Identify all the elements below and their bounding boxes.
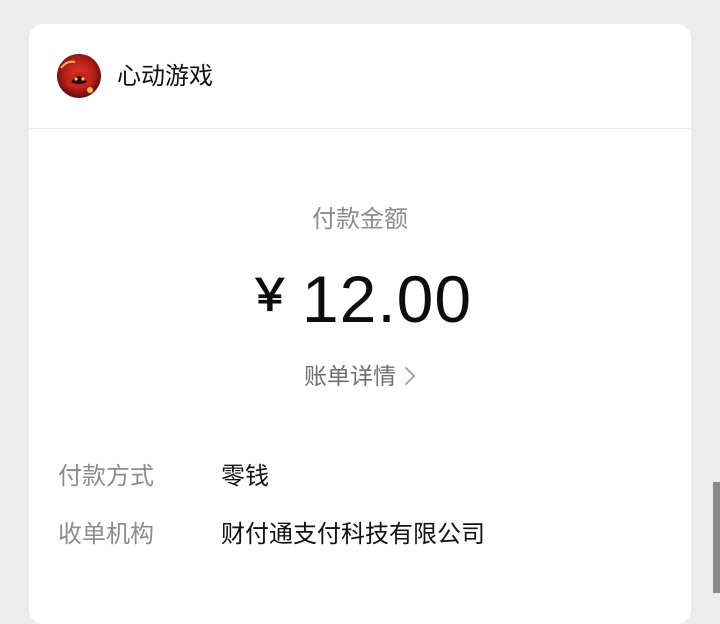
currency-symbol: ￥	[247, 270, 292, 321]
merchant-name: 心动游戏	[117, 62, 213, 90]
chevron-right-icon	[405, 367, 415, 385]
merchant-logo-icon	[57, 54, 101, 98]
scrollbar[interactable]	[713, 482, 720, 593]
merchant-header: 心动游戏	[29, 24, 691, 129]
payment-card: 心动游戏 付款金额 ￥ 12.00 账单详情 付款方式 零钱 收单机构 财付通支付…	[29, 24, 691, 624]
payment-method-label: 付款方式	[58, 462, 154, 490]
bill-details-link[interactable]: 账单详情	[29, 360, 691, 394]
amount-label: 付款金额	[312, 205, 408, 233]
payment-amount: ￥ 12.00	[29, 260, 691, 353]
amount-value: 12.00	[301, 262, 473, 336]
payment-method-value: 零钱	[221, 462, 269, 490]
acquirer-label: 收单机构	[58, 520, 154, 548]
merchant-avatar	[57, 54, 101, 98]
acquirer-value: 财付通支付科技有限公司	[221, 520, 485, 548]
bill-details-label: 账单详情	[304, 364, 396, 390]
